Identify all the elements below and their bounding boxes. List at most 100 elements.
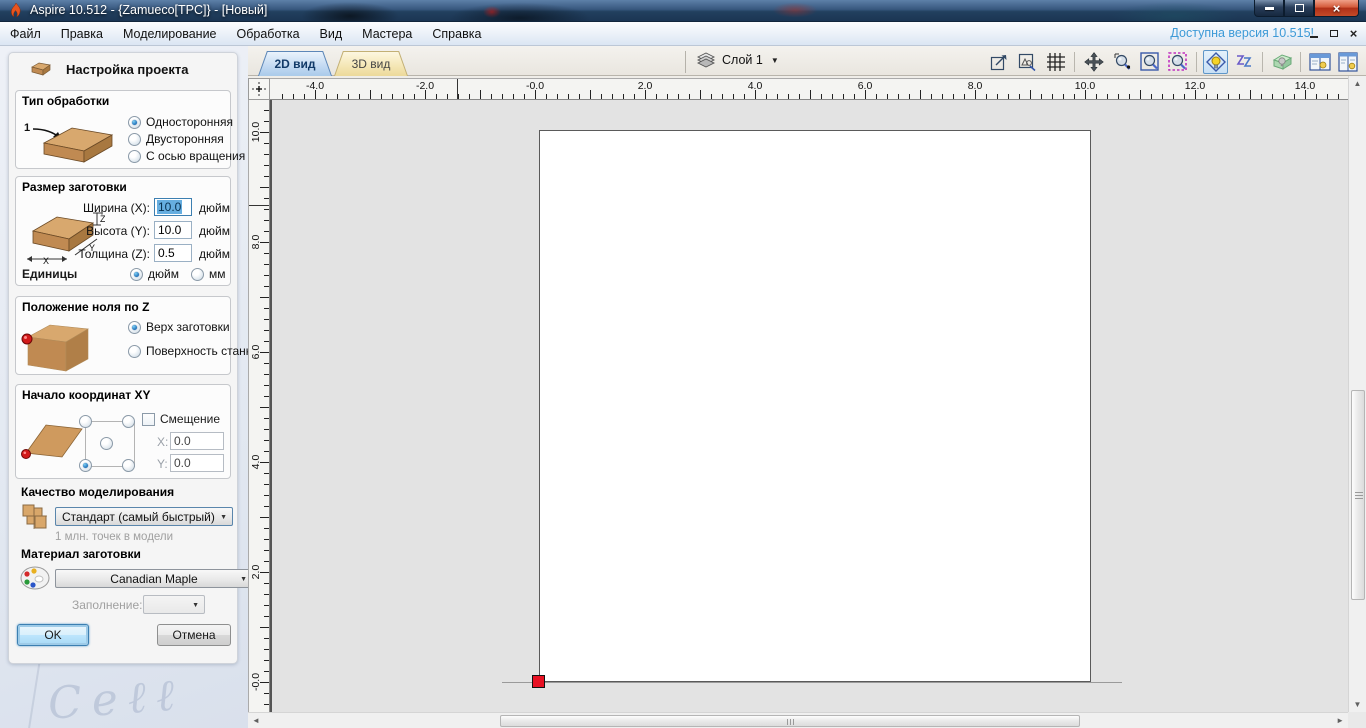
datum-top-right-radio[interactable] (122, 415, 135, 428)
ruler-tick (1206, 94, 1207, 99)
material-select[interactable]: Canadian Maple ▼ (55, 569, 248, 588)
scroll-right-arrow[interactable]: ► (1336, 713, 1344, 728)
thickness-z-input[interactable] (154, 244, 192, 262)
zoom-interactive-icon[interactable] (1109, 50, 1134, 74)
ruler-tick (1272, 94, 1273, 99)
menu-моделирование[interactable]: Моделирование (113, 24, 227, 44)
h-ruler-label: 10.0 (1075, 80, 1095, 92)
height-y-input[interactable] (154, 221, 192, 239)
update-version-link[interactable]: Доступна версия 10.515! (1170, 26, 1314, 40)
cancel-button[interactable]: Отмена (157, 624, 231, 646)
ruler-tick (711, 94, 712, 99)
shaded-3d-view-icon[interactable] (1269, 50, 1294, 74)
radio-icon (128, 133, 141, 146)
layer-selector[interactable]: Слой 1 ▼ (696, 52, 779, 68)
ruler-tick (1041, 94, 1042, 99)
ruler-tick (264, 418, 269, 419)
ruler-tick (920, 90, 921, 99)
menu-мастера[interactable]: Мастера (352, 24, 422, 44)
scrollbar-corner (1348, 712, 1366, 728)
modeling-resolution-select[interactable]: Стандарт (самый быстрый) ▼ (55, 507, 233, 526)
tab-2d-view[interactable]: 2D вид (258, 51, 332, 76)
ruler-tick (612, 94, 613, 99)
ruler-tick (264, 275, 269, 276)
ruler-tick (264, 616, 269, 617)
mdi-restore-button[interactable] (1327, 27, 1340, 40)
maximize-window-button[interactable] (1284, 0, 1314, 17)
ruler-tick (264, 495, 269, 496)
zoom-selection-icon[interactable] (1165, 50, 1190, 74)
ruler-origin-widget[interactable] (248, 78, 270, 100)
width-x-input[interactable]: 10.0 (154, 198, 192, 216)
job-type-option[interactable]: Двусторонняя (128, 132, 245, 146)
ruler-tick (1074, 94, 1075, 99)
vertical-scrollbar[interactable]: ▲ ▼ (1348, 76, 1366, 712)
horizontal-scrollbar[interactable]: ◄ ► (248, 712, 1348, 728)
ruler-tick (264, 473, 269, 474)
ruler-tick (264, 594, 269, 595)
units-option[interactable]: мм (191, 267, 226, 281)
menu-файл[interactable]: Файл (0, 24, 51, 44)
ruler-tick (403, 94, 404, 99)
snap-guides-icon[interactable] (1231, 50, 1256, 74)
ruler-tick (579, 94, 580, 99)
radio-icon (130, 268, 143, 281)
z-zero-option[interactable]: Поверхность станка (128, 344, 248, 358)
menu-справка[interactable]: Справка (422, 24, 491, 44)
job-type-option[interactable]: С осью вращения (128, 149, 245, 163)
ruler-tick (264, 374, 269, 375)
menu-обработка[interactable]: Обработка (227, 24, 310, 44)
grid-toggle-icon[interactable] (1043, 50, 1068, 74)
horizontal-scrollbar-thumb[interactable] (500, 715, 1080, 727)
tile-windows-vertical-icon[interactable] (1335, 50, 1360, 74)
h-ruler-label: 12.0 (1185, 80, 1205, 92)
offset-y-input[interactable] (170, 454, 224, 472)
z-zero-options: Верх заготовки Поверхность станка (128, 320, 248, 358)
modeling-material-group: Качество моделирования Стандарт (самый б… (15, 485, 231, 616)
datum-bottom-right-radio[interactable] (122, 459, 135, 472)
job-type-option[interactable]: Односторонняя (128, 115, 245, 129)
mdi-close-button[interactable]: × (1347, 27, 1360, 40)
ruler-tick (260, 407, 269, 408)
xy-datum-title: Начало координат XY (22, 388, 150, 402)
ruler-tick (264, 121, 269, 122)
datum-top-left-radio[interactable] (79, 415, 92, 428)
radio-icon (128, 321, 141, 334)
ok-button[interactable]: OK (17, 624, 89, 646)
ruler-tick (370, 90, 371, 99)
z-zero-option[interactable]: Верх заготовки (128, 320, 248, 334)
fill-select[interactable]: ▼ (143, 595, 205, 614)
units-option[interactable]: дюйм (130, 267, 179, 281)
datum-center-radio[interactable] (100, 437, 113, 450)
tile-windows-horizontal-icon[interactable] (1307, 50, 1332, 74)
zoom-to-drawing-icon[interactable] (987, 50, 1012, 74)
offset-checkbox[interactable] (142, 413, 155, 426)
scroll-left-arrow[interactable]: ◄ (252, 713, 260, 728)
zoom-to-material-icon[interactable] (1015, 50, 1040, 74)
ruler-tick (264, 264, 269, 265)
mdi-minimize-button[interactable] (1307, 27, 1320, 40)
offset-x-input[interactable] (170, 432, 224, 450)
vertical-scrollbar-thumb[interactable] (1351, 390, 1365, 600)
ruler-tick (458, 94, 459, 99)
ruler-tick (1261, 94, 1262, 99)
menu-правка[interactable]: Правка (51, 24, 113, 44)
scroll-down-arrow[interactable]: ▼ (1349, 700, 1366, 709)
offset-option: Смещение (142, 412, 220, 426)
pan-view-icon[interactable] (1081, 50, 1106, 74)
menu-вид[interactable]: Вид (310, 24, 353, 44)
layer-name: Слой 1 (722, 53, 763, 67)
job-material-area[interactable] (539, 130, 1091, 682)
tab-3d-view[interactable]: 3D вид (334, 51, 408, 76)
ruler-tick (1338, 94, 1339, 99)
ruler-tick (264, 528, 269, 529)
close-window-button[interactable]: × (1314, 0, 1359, 17)
drawing-canvas-2d[interactable] (270, 100, 1348, 712)
minimize-window-button[interactable] (1254, 0, 1284, 17)
origin-marker[interactable] (532, 675, 545, 688)
zoom-box-icon[interactable] (1137, 50, 1162, 74)
datum-bottom-left-radio[interactable] (79, 459, 92, 472)
snap-toggle-icon[interactable] (1203, 50, 1228, 74)
ruler-tick (264, 154, 269, 155)
scroll-up-arrow[interactable]: ▲ (1349, 79, 1366, 88)
